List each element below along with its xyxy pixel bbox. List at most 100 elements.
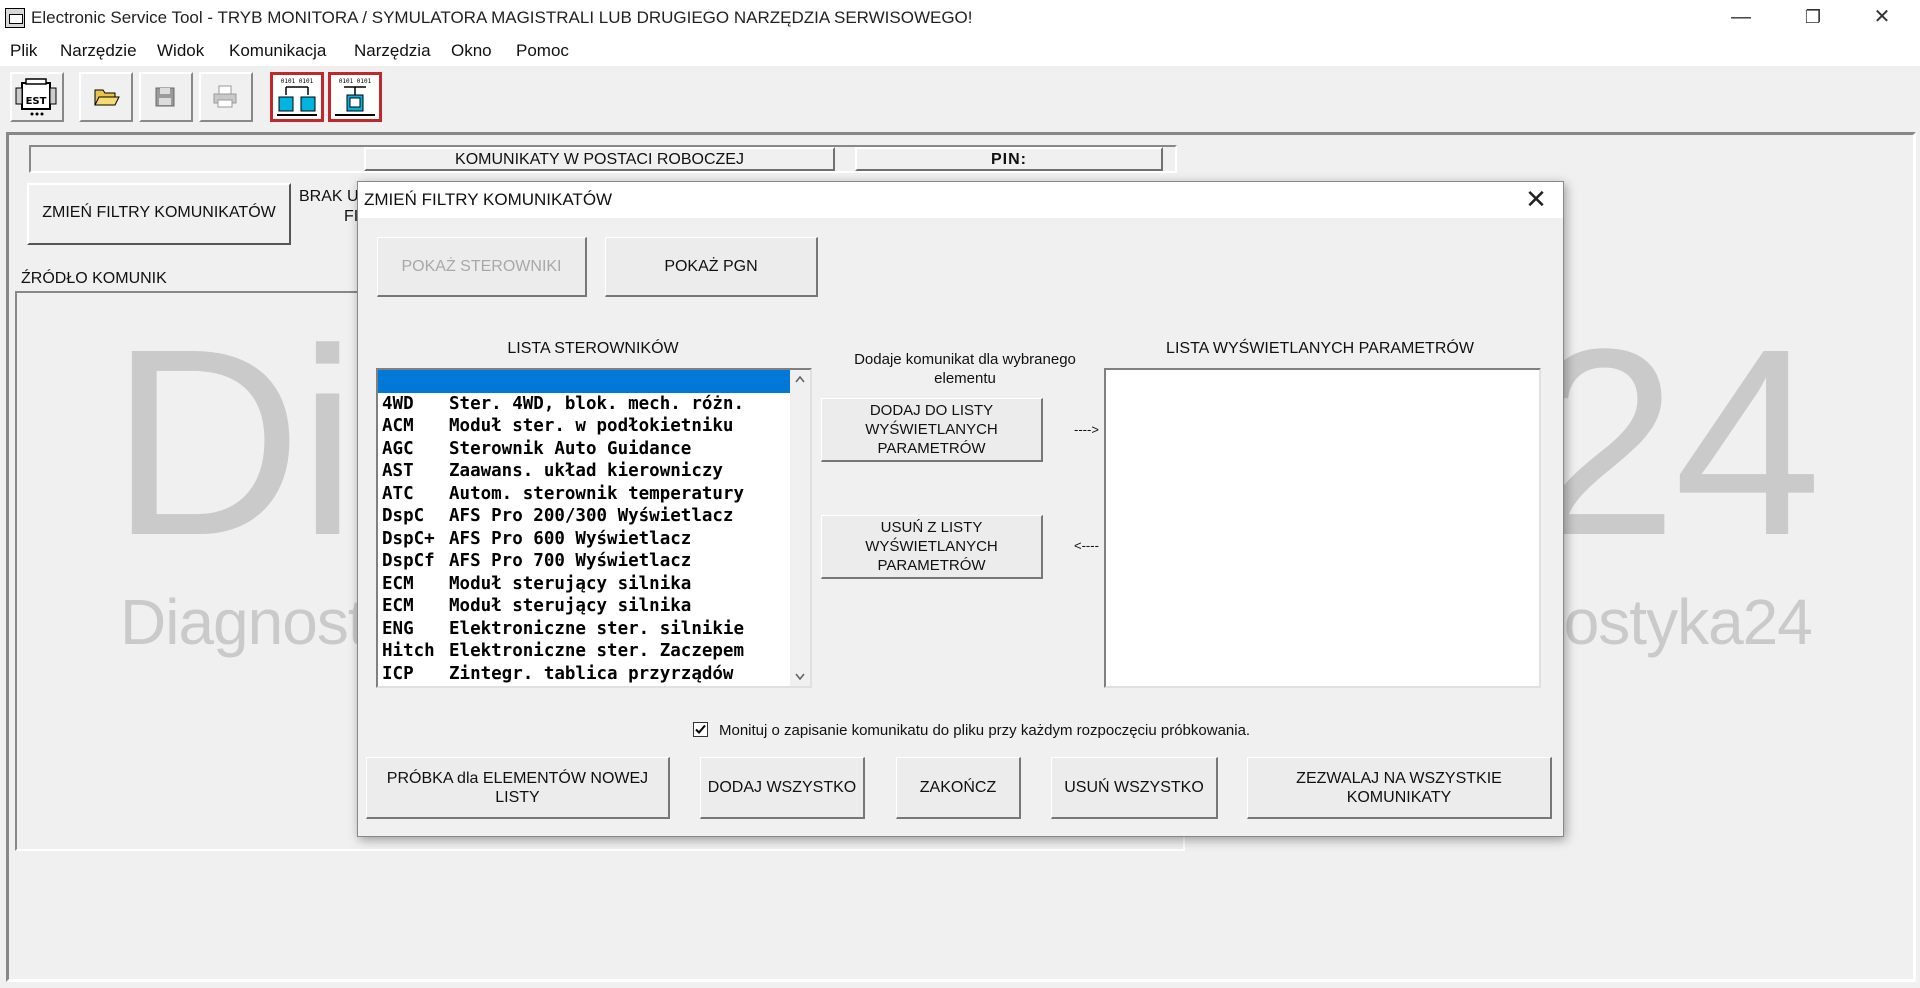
controllers-list[interactable]: 4WD Ster. 4WD, blok. mech. różn. ACM Moduł … bbox=[376, 368, 812, 688]
toolbar: EST 0101 0101 0101 0101 bbox=[0, 66, 1920, 130]
menu-komunikacja[interactable]: Komunikacja bbox=[229, 41, 326, 61]
show-controllers-button[interactable]: POKAŻ STEROWNIKI bbox=[377, 237, 587, 297]
checkmark-icon bbox=[695, 724, 706, 734]
controller-name: Moduł ster. w podłokietniku bbox=[449, 416, 734, 436]
bus-monitor-button[interactable]: 0101 0101 bbox=[270, 72, 324, 122]
controllers-scrollbar[interactable] bbox=[790, 370, 810, 686]
finish-button[interactable]: ZAKOŃCZ bbox=[896, 757, 1021, 819]
controller-name bbox=[449, 370, 790, 393]
pin-box: PIN: bbox=[855, 147, 1163, 171]
controller-name: Ster. 4WD, blok. mech. różn. bbox=[449, 393, 745, 414]
controller-row[interactable]: ECM Moduł sterujący silnika bbox=[378, 573, 790, 596]
restore-button[interactable]: ❐ bbox=[1784, 0, 1842, 36]
save-prompt-checkbox[interactable] bbox=[693, 722, 708, 737]
controller-name: Zintegr. tablica przyrządów bbox=[449, 663, 734, 684]
controller-code: DspCf bbox=[382, 551, 435, 571]
params-list[interactable] bbox=[1104, 368, 1541, 688]
scroll-down-icon[interactable] bbox=[795, 673, 805, 681]
menu-pomoc[interactable]: Pomoc bbox=[516, 41, 569, 61]
print-icon bbox=[213, 85, 237, 108]
minimize-button[interactable]: — bbox=[1712, 0, 1770, 36]
controller-code: DspC+ bbox=[382, 528, 435, 549]
controller-row[interactable]: Hitch Elektroniczne ster. Zaczepem bbox=[378, 640, 790, 663]
window-title: Electronic Service Tool - TRYB MONITORA … bbox=[31, 8, 973, 27]
svg-text:0101 0101: 0101 0101 bbox=[281, 78, 314, 85]
controller-row[interactable]: ICP Zintegr. tablica przyrządów bbox=[378, 663, 790, 686]
sample-new-list-button[interactable]: PRÓBKA dla ELEMENTÓW NOWEJ LISTY bbox=[366, 757, 670, 819]
save-button[interactable] bbox=[139, 72, 193, 122]
add-to-list-button[interactable]: DODAJ DO LISTY WYŚWIETLANYCH PARAMETRÓW bbox=[821, 398, 1043, 462]
svg-text:EST: EST bbox=[26, 96, 47, 107]
menu-plik[interactable]: Plik bbox=[10, 41, 37, 61]
controller-row[interactable]: DspC+ AFS Pro 600 Wyświetlacz bbox=[378, 528, 790, 551]
dialog-close-button[interactable]: ✕ bbox=[1521, 184, 1551, 215]
controller-row[interactable]: ECM Moduł sterujący silnika bbox=[378, 595, 790, 618]
remove-arrow: <---- bbox=[1074, 538, 1099, 553]
dialog-title-bar: ZMIEŃ FILTRY KOMUNIKATÓW ✕ bbox=[358, 182, 1563, 218]
controller-code: DspC bbox=[382, 506, 425, 526]
menu-narzedzia[interactable]: Narzędzia bbox=[354, 41, 431, 61]
controller-code: ACM bbox=[382, 416, 414, 436]
controller-name: Moduł sterujący silnika bbox=[449, 573, 692, 594]
controller-code bbox=[378, 370, 449, 393]
controller-code: ATC bbox=[382, 483, 414, 504]
remove-all-button[interactable]: USUŃ WSZYSTKO bbox=[1051, 757, 1218, 819]
svg-text:0101 0101: 0101 0101 bbox=[339, 78, 372, 85]
controller-name: Sterownik Auto Guidance bbox=[449, 438, 692, 459]
dialog-title: ZMIEŃ FILTRY KOMUNIKATÓW bbox=[364, 190, 613, 209]
controller-row[interactable]: ENG Elektroniczne ster. silnikie bbox=[378, 618, 790, 641]
controller-row[interactable]: DspCf AFS Pro 700 Wyświetlacz bbox=[378, 550, 790, 573]
controller-row[interactable] bbox=[378, 370, 790, 393]
controller-code: AST bbox=[382, 461, 414, 481]
menu-widok[interactable]: Widok bbox=[157, 41, 204, 61]
controller-row[interactable]: AGC Sterownik Auto Guidance bbox=[378, 438, 790, 461]
controller-code: 4WD bbox=[382, 393, 414, 414]
controller-name: AFS Pro 200/300 Wyświetlacz bbox=[449, 506, 734, 526]
controllers-list-label: LISTA STEROWNIKÓW bbox=[507, 340, 679, 357]
controller-row[interactable]: ACM Moduł ster. w podłokietniku bbox=[378, 415, 790, 438]
app-icon bbox=[5, 8, 25, 28]
change-filters-button[interactable]: ZMIEŃ FILTRY KOMUNIKATÓW bbox=[27, 183, 291, 245]
filters-dialog: ZMIEŃ FILTRY KOMUNIKATÓW ✕ POKAŻ STEROWN… bbox=[357, 181, 1564, 837]
controller-name: Zaawans. układ kierowniczy bbox=[449, 461, 723, 481]
add-all-button[interactable]: DODAJ WSZYSTKO bbox=[700, 757, 865, 819]
controller-row[interactable]: DspC AFS Pro 200/300 Wyświetlacz bbox=[378, 505, 790, 528]
controller-row[interactable]: 4WD Ster. 4WD, blok. mech. różn. bbox=[378, 393, 790, 416]
show-pgn-button[interactable]: POKAŻ PGN bbox=[605, 237, 818, 297]
print-button[interactable] bbox=[199, 72, 253, 122]
controller-name: Elektroniczne ster. silnikie bbox=[449, 618, 745, 639]
save-icon bbox=[155, 87, 175, 107]
controllers-rows: 4WD Ster. 4WD, blok. mech. różn. ACM Moduł … bbox=[378, 370, 790, 685]
controller-name: AFS Pro 600 Wyświetlacz bbox=[449, 528, 692, 549]
controller-name: AFS Pro 700 Wyświetlacz bbox=[449, 551, 692, 571]
open-folder-icon bbox=[94, 89, 120, 106]
add-hint: Dodaje komunikat dla wybranego elementu bbox=[854, 351, 1076, 387]
bus-simulator-button[interactable]: 0101 0101 bbox=[328, 72, 382, 122]
bus-simulator-icon: 0101 0101 bbox=[335, 78, 375, 116]
controller-code: ICP bbox=[382, 663, 414, 684]
controller-name: Autom. sterownik temperatury bbox=[449, 483, 745, 504]
menu-bar: Plik Narzędzie Widok Komunikacja Narzędz… bbox=[0, 38, 1920, 67]
controller-name: Moduł sterujący silnika bbox=[449, 596, 692, 616]
title-bar: Electronic Service Tool - TRYB MONITORA … bbox=[0, 0, 1920, 38]
controller-row[interactable]: ATC Autom. sterownik temperatury bbox=[378, 483, 790, 506]
pin-label: PIN: bbox=[991, 151, 1027, 168]
close-button[interactable]: ✕ bbox=[1853, 0, 1911, 36]
scroll-up-icon[interactable] bbox=[795, 375, 805, 383]
menu-okno[interactable]: Okno bbox=[451, 41, 492, 61]
est-icon: EST bbox=[15, 78, 57, 116]
controller-code: ENG bbox=[382, 618, 414, 639]
controller-code: AGC bbox=[382, 438, 414, 459]
controller-code: ECM bbox=[382, 573, 414, 594]
controller-code: ECM bbox=[382, 596, 414, 616]
bus-monitor-icon: 0101 0101 bbox=[277, 78, 317, 116]
menu-narzedzie[interactable]: Narzędzie bbox=[60, 41, 137, 61]
params-list-label: LISTA WYŚWIETLANYCH PARAMETRÓW bbox=[1166, 340, 1474, 357]
est-button[interactable]: EST bbox=[10, 72, 64, 122]
change-filters-label: ZMIEŃ FILTRY KOMUNIKATÓW bbox=[42, 204, 276, 221]
allow-all-messages-button[interactable]: ZEZWALAJ NA WSZYSTKIE KOMUNIKATY bbox=[1247, 757, 1552, 819]
remove-from-list-button[interactable]: USUŃ Z LISTY WYŚWIETLANYCH PARAMETRÓW bbox=[821, 515, 1043, 579]
open-button[interactable] bbox=[79, 72, 133, 122]
header-label: KOMUNIKATY W POSTACI ROBOCZEJ bbox=[455, 151, 744, 168]
controller-row[interactable]: AST Zaawans. układ kierowniczy bbox=[378, 460, 790, 483]
